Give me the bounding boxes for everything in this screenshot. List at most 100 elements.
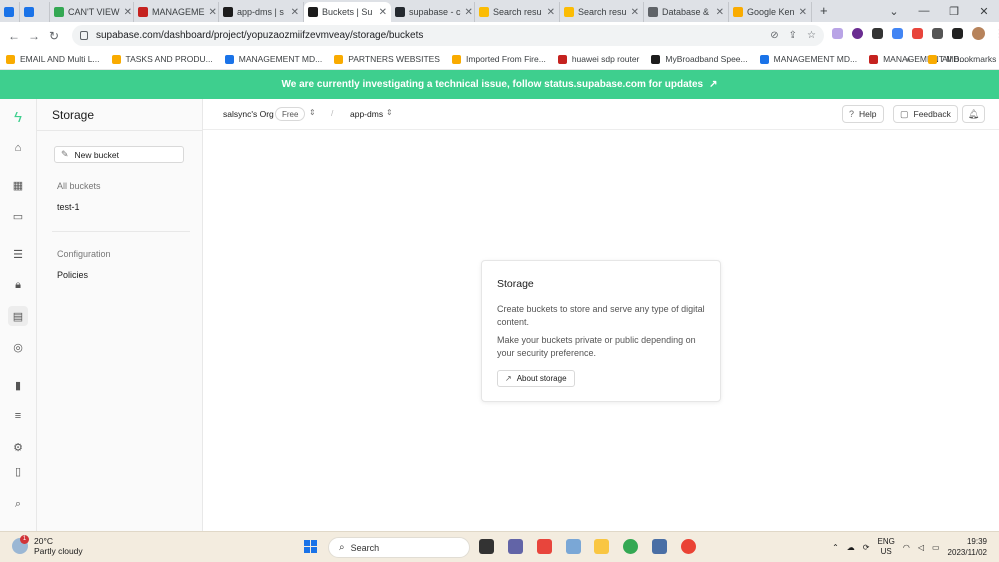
edge-functions-icon[interactable]: ◎ <box>8 337 28 357</box>
card-title: Storage <box>497 278 534 290</box>
tab-7[interactable]: supabase - c ✕ <box>391 2 475 22</box>
tab-close-icon[interactable]: ✕ <box>205 7 217 18</box>
bookmark-item[interactable]: MANAGEMENT MD... <box>754 54 863 64</box>
sync-icon[interactable]: ⟳ <box>863 543 870 552</box>
bookmark-item[interactable]: TASKS AND PRODU... <box>106 54 219 64</box>
close-window-icon[interactable]: ✕ <box>969 5 999 18</box>
puzzle-icon[interactable] <box>932 28 943 39</box>
all-bookmarks[interactable]: All Bookmarks <box>922 54 999 64</box>
tab-close-icon[interactable]: ✕ <box>287 7 299 18</box>
settings-gear-icon[interactable]: ⚙ <box>8 437 28 457</box>
tab-close-icon[interactable]: ✕ <box>543 7 555 18</box>
table-editor-icon[interactable]: ▦ <box>8 175 28 195</box>
taskbar-search[interactable]: ⌕ Search <box>328 537 470 558</box>
chevron-updown-icon[interactable]: ⇕ <box>386 108 393 117</box>
app-icon[interactable] <box>566 539 581 554</box>
extension-icon[interactable] <box>892 28 903 39</box>
auth-lock-icon[interactable]: 🔒︎ <box>8 275 28 295</box>
back-icon[interactable]: ← <box>4 29 24 43</box>
tab-1[interactable] <box>0 2 20 22</box>
minimize-icon[interactable]: — <box>909 5 939 17</box>
wifi-icon[interactable]: ◠ <box>903 543 910 552</box>
chrome-icon[interactable] <box>623 539 638 554</box>
volume-icon[interactable]: ◁ <box>918 543 924 552</box>
about-storage-button[interactable]: ↗ About storage <box>497 370 575 387</box>
tab-6[interactable]: Buckets | Su ✕ <box>304 2 391 22</box>
bookmark-item[interactable]: MyBroadband Spee... <box>645 54 753 64</box>
database-icon[interactable]: ☰ <box>8 244 28 264</box>
status-banner[interactable]: We are currently investigating a technic… <box>0 70 999 99</box>
tab-11[interactable]: Google Ken ✕ <box>729 2 812 22</box>
reload-icon[interactable]: ↻ <box>44 29 64 43</box>
home-icon[interactable]: ⌂ <box>8 138 28 158</box>
tab-5[interactable]: app-dms | s ✕ <box>219 2 304 22</box>
windows-start-icon[interactable] <box>304 540 318 554</box>
url-field[interactable]: supabase.com/dashboard/project/yopuzaozm… <box>72 25 824 46</box>
tab-3[interactable]: CAN'T VIEW ✕ <box>50 2 134 22</box>
extension-icon[interactable] <box>832 28 843 39</box>
extension-icon[interactable] <box>912 28 923 39</box>
app-icon[interactable] <box>537 539 552 554</box>
avatar[interactable] <box>972 27 985 40</box>
logs-icon[interactable]: ≡ <box>8 406 28 426</box>
battery-icon[interactable]: ▭ <box>932 543 940 552</box>
file-explorer-icon[interactable] <box>594 539 609 554</box>
app-icon[interactable] <box>652 539 667 554</box>
extension-icon[interactable] <box>852 28 863 39</box>
tab-close-icon[interactable]: ✕ <box>712 7 724 18</box>
docs-icon[interactable]: ▯ <box>8 461 28 481</box>
tab-close-icon[interactable]: ✕ <box>795 7 807 18</box>
sidebar-item-policies[interactable]: Policies <box>57 270 88 280</box>
bookmark-item[interactable]: EMAIL AND Multi L... <box>0 54 106 64</box>
chevron-up-icon[interactable]: ⌃ <box>832 543 839 552</box>
tab-10[interactable]: Database & ✕ <box>644 2 729 22</box>
sql-editor-icon[interactable]: ▭ <box>8 206 28 226</box>
extensions-area: ⋮ <box>832 27 999 40</box>
chevron-down-icon[interactable]: ⌄ <box>879 5 909 18</box>
feedback-button[interactable]: ▢ Feedback <box>893 105 958 123</box>
tab-8[interactable]: Search resu ✕ <box>475 2 560 22</box>
org-selector[interactable]: salsync's Org <box>223 109 274 119</box>
extension-icon[interactable] <box>872 28 883 39</box>
notifications-button[interactable]: 🔔︎ <box>962 105 985 123</box>
app-icon[interactable] <box>508 539 523 554</box>
storage-icon[interactable]: ▤ <box>8 306 28 326</box>
weather-widget[interactable]: 1 20°C Partly cloudy <box>12 535 83 556</box>
language-indicator[interactable]: ENG US <box>878 537 895 557</box>
restore-icon[interactable]: ❐ <box>939 5 969 18</box>
star-icon[interactable]: ☆ <box>807 30 816 41</box>
sidepanel-icon[interactable] <box>952 28 963 39</box>
reports-icon[interactable]: ▮ <box>8 375 28 395</box>
tab-close-icon[interactable]: ✕ <box>375 7 387 18</box>
new-bucket-button[interactable]: ✎ New bucket <box>54 146 184 163</box>
tab-9[interactable]: Search resu ✕ <box>560 2 644 22</box>
help-button[interactable]: ? Help <box>842 105 884 123</box>
bookmark-label: EMAIL AND Multi L... <box>20 54 100 64</box>
chrome-icon[interactable] <box>681 539 696 554</box>
bookmark-item[interactable]: huawei sdp router <box>552 54 646 64</box>
more-icon[interactable]: ⋮ <box>994 27 999 40</box>
bookmark-item[interactable]: MANAGEMENT MD... <box>219 54 328 64</box>
tab-4[interactable]: MANAGEME ✕ <box>134 2 219 22</box>
clock[interactable]: 19:39 2023/11/02 <box>948 536 987 558</box>
search-icon[interactable]: ⌕ <box>8 494 28 514</box>
new-tab-button[interactable]: + <box>820 3 828 18</box>
project-selector[interactable]: app-dms <box>350 109 383 119</box>
cloud-icon[interactable]: ☁ <box>847 543 855 552</box>
more-bookmarks-icon[interactable]: » <box>906 54 911 64</box>
new-bucket-label: New bucket <box>74 149 119 160</box>
tab-2[interactable] <box>20 2 50 22</box>
sidebar-item-bucket[interactable]: test-1 <box>57 202 80 212</box>
chevron-updown-icon[interactable]: ⇕ <box>309 108 316 117</box>
tab-close-icon[interactable]: ✕ <box>120 7 132 18</box>
app-icon[interactable] <box>479 539 494 554</box>
tab-close-icon[interactable]: ✕ <box>461 7 473 18</box>
help-circle-icon: ? <box>849 109 855 119</box>
bookmark-item[interactable]: Imported From Fire... <box>446 54 552 64</box>
share-icon[interactable]: ⇪ <box>789 30 797 41</box>
supabase-logo-icon[interactable]: ϟ <box>8 107 28 127</box>
eye-off-icon[interactable]: ⊘ <box>770 30 778 41</box>
forward-icon[interactable]: → <box>24 29 44 43</box>
tab-close-icon[interactable]: ✕ <box>627 7 639 18</box>
bookmark-item[interactable]: PARTNERS WEBSITES <box>328 54 446 64</box>
